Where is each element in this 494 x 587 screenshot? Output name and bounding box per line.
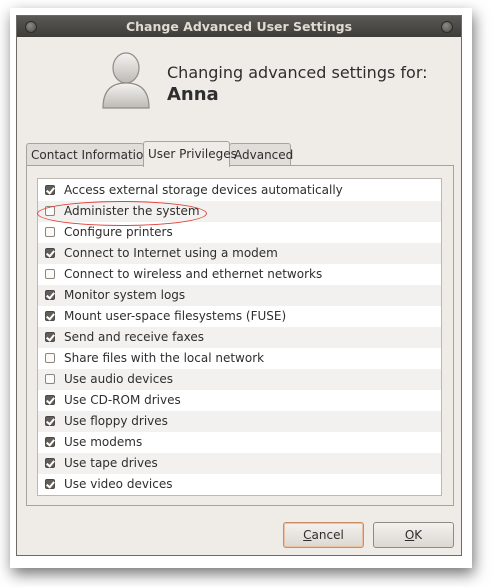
privilege-row[interactable]: Use video devices <box>38 474 441 495</box>
tab-advanced[interactable]: Advanced <box>229 143 293 165</box>
privilege-row[interactable]: Connect to wireless and ethernet network… <box>38 264 441 285</box>
privilege-row[interactable]: Mount user-space filesystems (FUSE) <box>38 306 441 327</box>
privilege-label: Use CD-ROM drives <box>64 393 181 407</box>
privilege-label: Use tape drives <box>64 456 158 470</box>
privilege-label: Use video devices <box>64 477 173 491</box>
privilege-row[interactable]: Monitor system logs <box>38 285 441 306</box>
privileges-list: Access external storage devices automati… <box>37 178 442 496</box>
privilege-checkbox[interactable] <box>45 374 55 384</box>
privilege-label: Mount user-space filesystems (FUSE) <box>64 309 287 323</box>
user-name: Anna <box>167 84 219 105</box>
privilege-checkbox[interactable] <box>45 311 55 321</box>
ok-button[interactable]: OK <box>373 522 454 548</box>
privilege-label: Administer the system <box>64 204 200 218</box>
settings-heading: Changing advanced settings for: <box>167 63 428 82</box>
close-window-icon[interactable] <box>25 21 37 33</box>
privilege-checkbox[interactable] <box>45 185 55 195</box>
tab-contact-information[interactable]: Contact Information <box>26 143 151 165</box>
privilege-checkbox[interactable] <box>45 437 55 447</box>
window-title: Change Advanced User Settings <box>125 19 353 34</box>
privilege-row[interactable]: Use tape drives <box>38 453 441 474</box>
privilege-checkbox[interactable] <box>45 353 55 363</box>
privilege-checkbox[interactable] <box>45 458 55 468</box>
privileges-panel: Access external storage devices automati… <box>26 165 454 506</box>
privilege-label: Use audio devices <box>64 372 173 386</box>
privilege-row[interactable]: Use audio devices <box>38 369 441 390</box>
privilege-label: Connect to wireless and ethernet network… <box>64 267 323 281</box>
privilege-row[interactable]: Send and receive faxes <box>38 327 441 348</box>
privilege-row[interactable]: Administer the system <box>38 201 441 222</box>
maximize-window-icon[interactable] <box>441 21 453 33</box>
privilege-row[interactable]: Share files with the local network <box>38 348 441 369</box>
dialog-window: Change Advanced User Settings Changing a… <box>16 15 462 556</box>
privilege-label: Monitor system logs <box>64 288 186 302</box>
cancel-button[interactable]: Cancel <box>283 522 364 548</box>
privilege-row[interactable]: Configure printers <box>38 222 441 243</box>
privilege-row[interactable]: Use floppy drives <box>38 411 441 432</box>
privilege-checkbox[interactable] <box>45 227 55 237</box>
privilege-row[interactable]: Use modems <box>38 432 441 453</box>
privilege-label: Access external storage devices automati… <box>64 183 343 197</box>
privilege-checkbox[interactable] <box>45 206 55 216</box>
privilege-checkbox[interactable] <box>45 332 55 342</box>
privilege-label: Use modems <box>64 435 143 449</box>
privilege-label: Configure printers <box>64 225 173 239</box>
privilege-checkbox[interactable] <box>45 248 55 258</box>
privilege-label: Connect to Internet using a modem <box>64 246 278 260</box>
privilege-checkbox[interactable] <box>45 290 55 300</box>
user-avatar-icon <box>102 52 150 109</box>
privilege-label: Use floppy drives <box>64 414 168 428</box>
privilege-label: Share files with the local network <box>64 351 265 365</box>
privilege-checkbox[interactable] <box>45 416 55 426</box>
privilege-checkbox[interactable] <box>45 395 55 405</box>
tab-user-privileges[interactable]: User Privileges <box>143 141 237 167</box>
privilege-checkbox[interactable] <box>45 269 55 279</box>
privilege-row[interactable]: Access external storage devices automati… <box>38 180 441 201</box>
privilege-label: Send and receive faxes <box>64 330 205 344</box>
privilege-row[interactable]: Use CD-ROM drives <box>38 390 441 411</box>
privilege-checkbox[interactable] <box>45 479 55 489</box>
title-bar[interactable]: Change Advanced User Settings <box>17 16 461 37</box>
privilege-row[interactable]: Connect to Internet using a modem <box>38 243 441 264</box>
